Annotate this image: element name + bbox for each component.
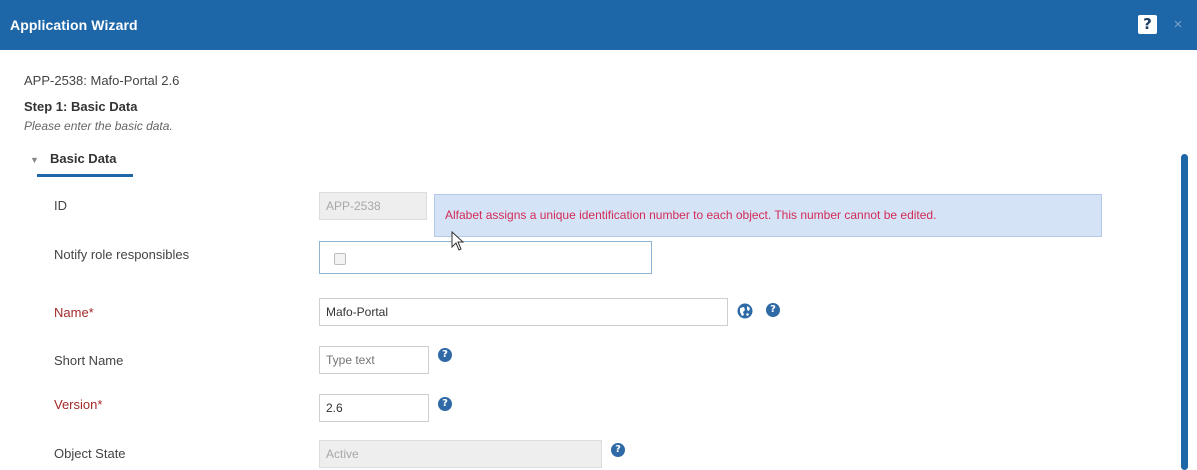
object-state-label: Object State [54, 446, 126, 461]
window-title: Application Wizard [10, 17, 138, 33]
name-label: Name* [54, 305, 94, 320]
scrollbar[interactable] [1181, 154, 1188, 470]
globe-icon[interactable] [737, 303, 753, 319]
window-titlebar: Application Wizard ? × [0, 0, 1197, 50]
id-field: APP-2538 [319, 192, 427, 220]
step-title: Step 1: Basic Data [24, 99, 138, 114]
question-circle-icon[interactable]: ? [611, 443, 625, 457]
id-tooltip: Alfabet assigns a unique identification … [434, 194, 1102, 237]
wizard-content: APP-2538: Mafo-Portal 2.6 Step 1: Basic … [0, 50, 1197, 470]
triangle-down-icon: ▼ [30, 155, 39, 165]
section-label: Basic Data [50, 151, 117, 166]
step-description: Please enter the basic data. [24, 119, 173, 133]
help-button[interactable]: ? [1138, 15, 1157, 34]
notify-checkbox[interactable] [334, 253, 346, 265]
version-label: Version* [54, 397, 103, 412]
close-button[interactable]: × [1171, 15, 1185, 34]
record-title: APP-2538: Mafo-Portal 2.6 [24, 73, 180, 88]
short-name-label: Short Name [54, 353, 124, 368]
object-state-field: Active [319, 440, 602, 468]
question-circle-icon[interactable]: ? [438, 348, 452, 362]
question-circle-icon[interactable]: ? [438, 397, 452, 411]
name-field[interactable]: Mafo-Portal [319, 298, 728, 326]
mouse-cursor-icon [451, 231, 465, 251]
notify-label: Notify role responsibles [54, 247, 190, 262]
notify-checkbox-frame [319, 241, 652, 274]
id-label: ID [54, 198, 67, 213]
version-field[interactable]: 2.6 [319, 394, 429, 422]
question-circle-icon[interactable]: ? [766, 303, 780, 317]
short-name-field[interactable] [319, 346, 429, 374]
section-underline [37, 174, 133, 177]
